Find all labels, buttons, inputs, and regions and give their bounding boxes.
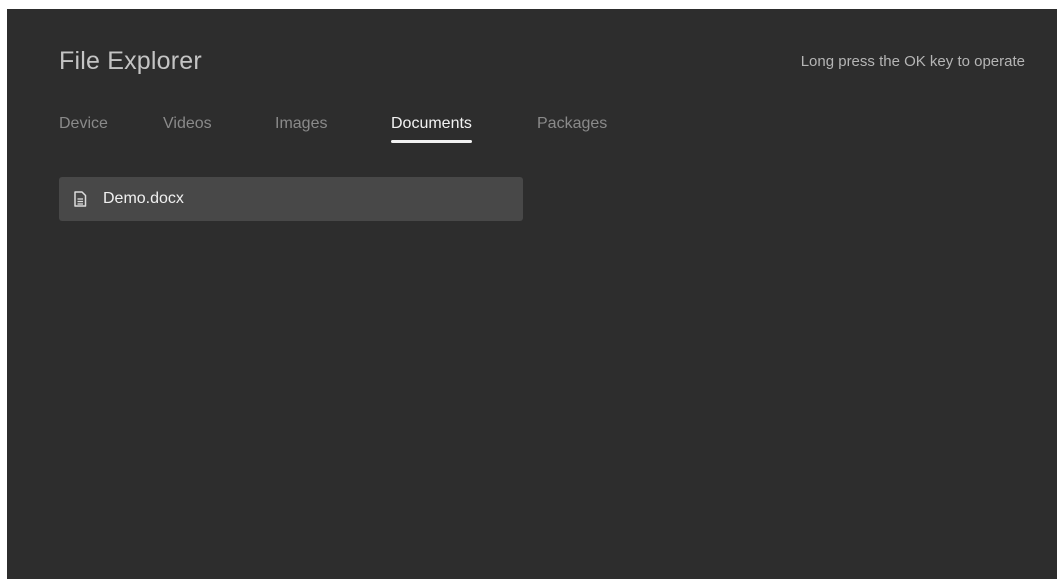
tab-videos[interactable]: Videos	[163, 115, 212, 133]
file-name: Demo.docx	[103, 190, 184, 207]
tab-documents[interactable]: Documents	[391, 115, 472, 143]
file-list: Demo.docx	[59, 177, 523, 221]
tab-label: Packages	[537, 115, 608, 132]
file-explorer-screen: File Explorer Long press the OK key to o…	[7, 9, 1057, 579]
page-title: File Explorer	[59, 47, 202, 75]
tab-images[interactable]: Images	[275, 115, 327, 133]
operation-hint: Long press the OK key to operate	[800, 53, 1025, 70]
tab-label: Device	[59, 115, 108, 132]
tab-device[interactable]: Device	[59, 115, 108, 133]
tab-packages[interactable]: Packages	[537, 115, 607, 133]
tab-label: Documents	[391, 115, 472, 132]
document-icon	[73, 191, 87, 207]
active-tab-indicator	[391, 140, 472, 143]
category-tabs: Device Videos Images Documents Packages	[7, 115, 1057, 145]
list-item[interactable]: Demo.docx	[59, 177, 523, 221]
tab-label: Videos	[163, 115, 212, 132]
tab-label: Images	[275, 115, 328, 132]
